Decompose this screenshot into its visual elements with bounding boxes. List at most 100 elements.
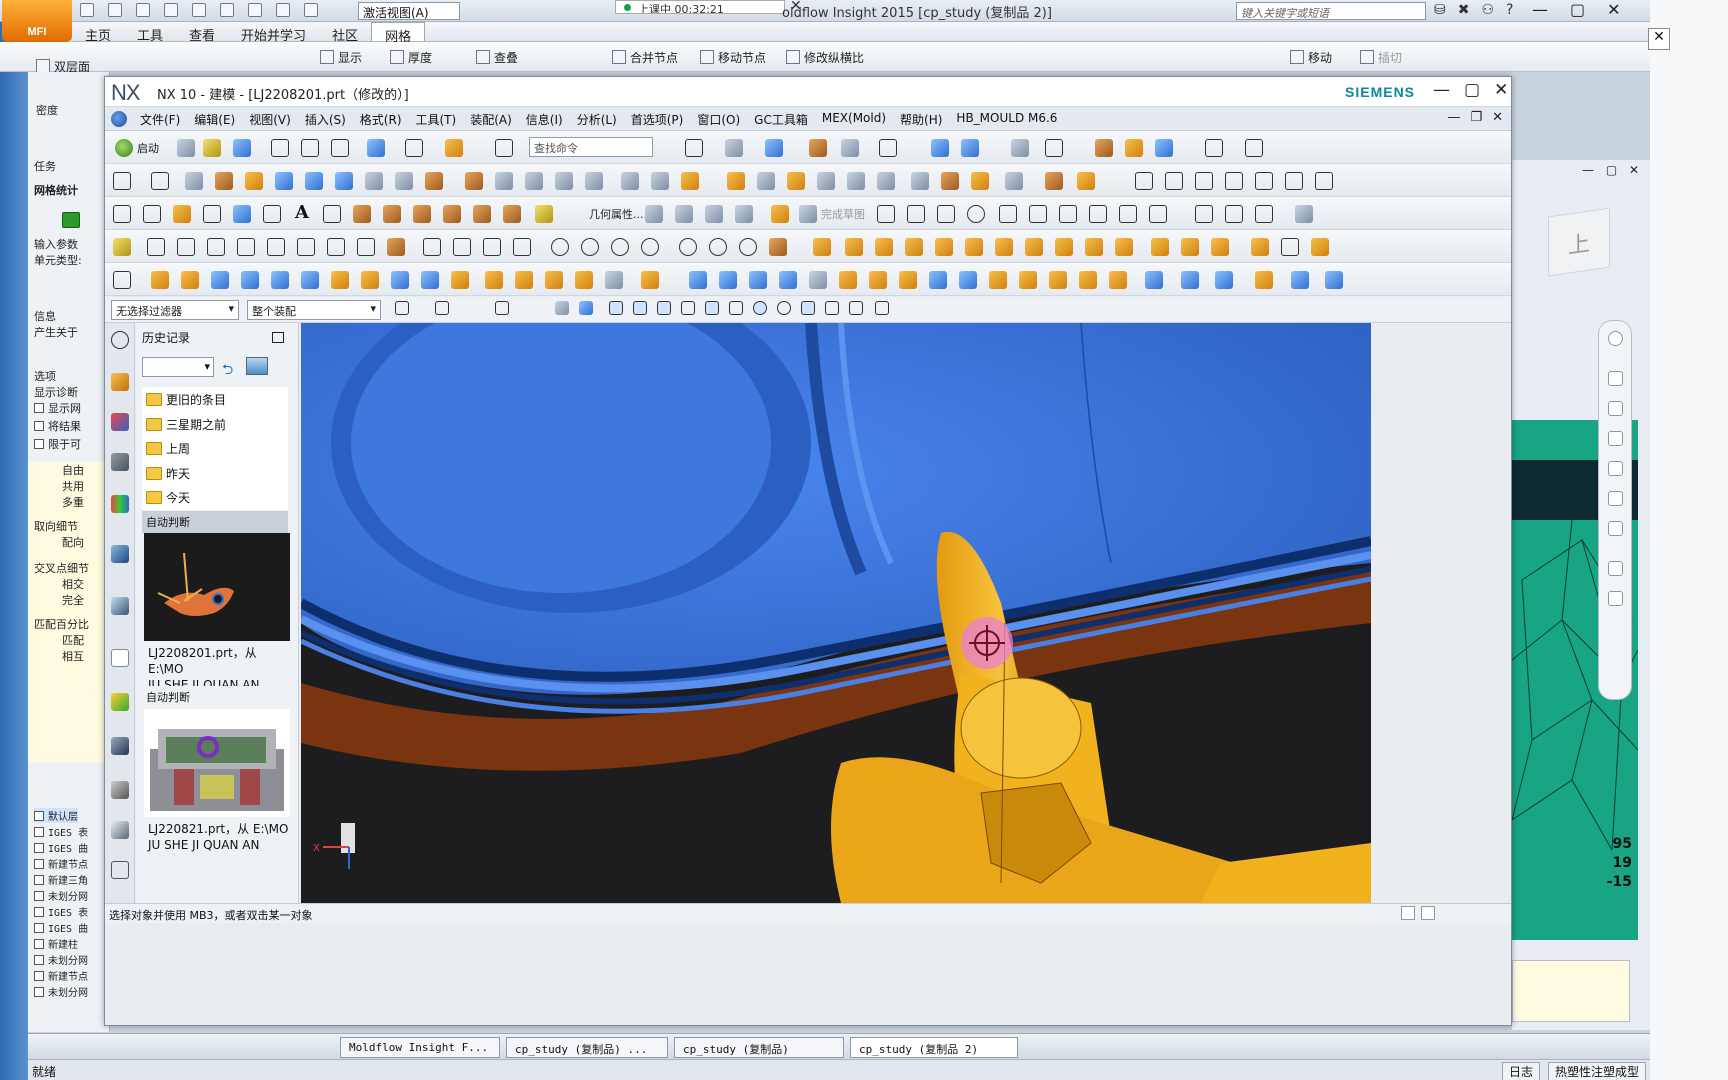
menu-assembly[interactable]: 装配(A) xyxy=(463,107,519,130)
pattern-face-icon[interactable] xyxy=(575,271,593,289)
ruled-icon[interactable] xyxy=(275,172,293,190)
new-icon[interactable] xyxy=(177,139,195,157)
layer-item[interactable]: 未划分网 xyxy=(34,984,88,999)
option-checkbox[interactable]: 显示网 xyxy=(34,400,81,416)
x-icon[interactable]: ✖ xyxy=(1458,2,1470,18)
tab-view[interactable]: 查看 xyxy=(176,22,228,44)
extract-curve-icon[interactable] xyxy=(383,205,401,223)
doc-minimize-button[interactable]: — xyxy=(1447,110,1460,125)
snap-icon[interactable] xyxy=(1155,139,1173,157)
extend-icon[interactable] xyxy=(425,172,443,190)
back-arrow-icon[interactable]: ⮌ xyxy=(222,359,233,383)
lip-icon[interactable] xyxy=(1109,271,1127,289)
sew-body-icon[interactable] xyxy=(899,271,917,289)
fit-view-icon[interactable] xyxy=(685,139,703,157)
intersect-icon[interactable] xyxy=(1211,238,1229,256)
pattern-icon[interactable] xyxy=(1311,238,1329,256)
circle-radius-icon[interactable] xyxy=(641,238,659,256)
extrude-icon[interactable] xyxy=(813,238,831,256)
offset-icon[interactable] xyxy=(1149,205,1167,223)
body-filter-icon[interactable] xyxy=(579,301,593,315)
camera-icon[interactable] xyxy=(841,139,859,157)
rotate-icon[interactable] xyxy=(1608,401,1623,416)
intersection-snap-icon[interactable] xyxy=(681,301,695,315)
quick-extend-icon[interactable] xyxy=(1255,205,1273,223)
linked-body-icon[interactable] xyxy=(689,271,707,289)
global-shaping-icon[interactable] xyxy=(877,172,895,190)
checkbox[interactable] xyxy=(34,827,44,837)
extract-icon[interactable] xyxy=(779,271,797,289)
dart-icon[interactable] xyxy=(1055,238,1073,256)
isoparametric-icon[interactable] xyxy=(1165,172,1183,190)
split-curve-icon[interactable] xyxy=(1195,172,1213,190)
moldflow-app-button[interactable]: MFI xyxy=(2,0,72,42)
cut-icon[interactable] xyxy=(271,139,289,157)
checkbox[interactable] xyxy=(34,923,44,933)
wireframe-icon[interactable] xyxy=(1145,271,1163,289)
cylinder3-icon[interactable] xyxy=(1181,271,1199,289)
patch-body-icon[interactable] xyxy=(869,271,887,289)
finish-sketch-icon[interactable] xyxy=(799,205,817,223)
text-icon[interactable]: A xyxy=(293,202,311,223)
menu-help[interactable]: 帮助(H) xyxy=(893,107,949,130)
task-tab[interactable]: 任务 xyxy=(34,158,56,174)
control-point-snap-icon[interactable] xyxy=(657,301,671,315)
part-thumbnail[interactable] xyxy=(144,709,290,817)
join-curve-icon[interactable] xyxy=(1255,172,1273,190)
offset-surface-icon[interactable] xyxy=(365,172,383,190)
tangent-snap-icon[interactable] xyxy=(729,301,743,315)
steering-wheel-icon[interactable] xyxy=(1608,331,1623,346)
hole-icon[interactable] xyxy=(875,238,893,256)
ribbon-move-button[interactable]: 移动 xyxy=(1290,49,1332,66)
doc-close-button[interactable]: ✕ xyxy=(1492,110,1503,125)
checkbox[interactable] xyxy=(34,987,44,997)
history-folder[interactable]: 今天 xyxy=(142,485,288,510)
redo-icon[interactable] xyxy=(192,3,206,17)
circle-tangent-icon[interactable] xyxy=(611,238,629,256)
edit-curve-icon[interactable] xyxy=(675,205,693,223)
model-window-controls[interactable]: — ▢ ✕ xyxy=(1582,163,1643,177)
cone-icon[interactable] xyxy=(211,271,229,289)
edit-curvature-icon[interactable] xyxy=(735,205,753,223)
undo-icon[interactable] xyxy=(164,3,178,17)
command-search-input[interactable]: 查找命令 xyxy=(529,137,653,157)
bridge-curve-icon[interactable] xyxy=(1285,172,1303,190)
mirror-curve-icon[interactable] xyxy=(473,205,491,223)
layer-item[interactable]: 未划分网 xyxy=(34,952,88,967)
ribbon-merge-nodes-button[interactable]: 合并节点 xyxy=(612,49,678,66)
checkbox[interactable] xyxy=(34,955,44,965)
midpoint-snap-icon[interactable] xyxy=(633,301,647,315)
close-icon[interactable]: ✕ xyxy=(1648,28,1670,50)
selection-scope-select[interactable]: 整个装配 xyxy=(247,300,381,320)
mesh-surface-icon[interactable] xyxy=(185,172,203,190)
study-tab[interactable]: cp_study (复制品) xyxy=(674,1037,844,1058)
pad-icon[interactable] xyxy=(965,238,983,256)
sketch-point-icon[interactable] xyxy=(1119,205,1137,223)
minimize-button[interactable]: — xyxy=(1433,80,1450,100)
sketch-icon[interactable] xyxy=(771,205,789,223)
save-icon[interactable] xyxy=(233,139,251,157)
copy-icon[interactable] xyxy=(301,139,319,157)
synchronous-icon[interactable] xyxy=(641,271,659,289)
layer-item[interactable]: IGES 曲 xyxy=(34,840,88,855)
undo-icon[interactable] xyxy=(367,139,385,157)
snap-point-icon[interactable] xyxy=(435,301,449,315)
window-icon[interactable] xyxy=(1421,906,1435,920)
nx-app-icon[interactable] xyxy=(111,111,127,127)
orient-icon[interactable] xyxy=(931,139,949,157)
circle-center-icon[interactable] xyxy=(551,238,569,256)
composite-curve-icon[interactable] xyxy=(443,205,461,223)
wrap-icon[interactable] xyxy=(1019,271,1037,289)
assembly-nav-icon[interactable] xyxy=(875,301,889,315)
flange-body-icon[interactable] xyxy=(1079,271,1097,289)
print-icon[interactable] xyxy=(220,3,234,17)
shell-icon[interactable] xyxy=(1251,238,1269,256)
user-icon[interactable]: ⚇ xyxy=(1481,2,1494,18)
sketch-rectangle-icon[interactable] xyxy=(1059,205,1077,223)
rectangle-icon[interactable] xyxy=(203,205,221,223)
silhouette-icon[interactable] xyxy=(847,172,865,190)
checkbox[interactable] xyxy=(34,939,44,949)
mirror-icon[interactable] xyxy=(749,271,767,289)
tab-community[interactable]: 社区 xyxy=(319,22,371,44)
surface-icon[interactable] xyxy=(305,172,323,190)
